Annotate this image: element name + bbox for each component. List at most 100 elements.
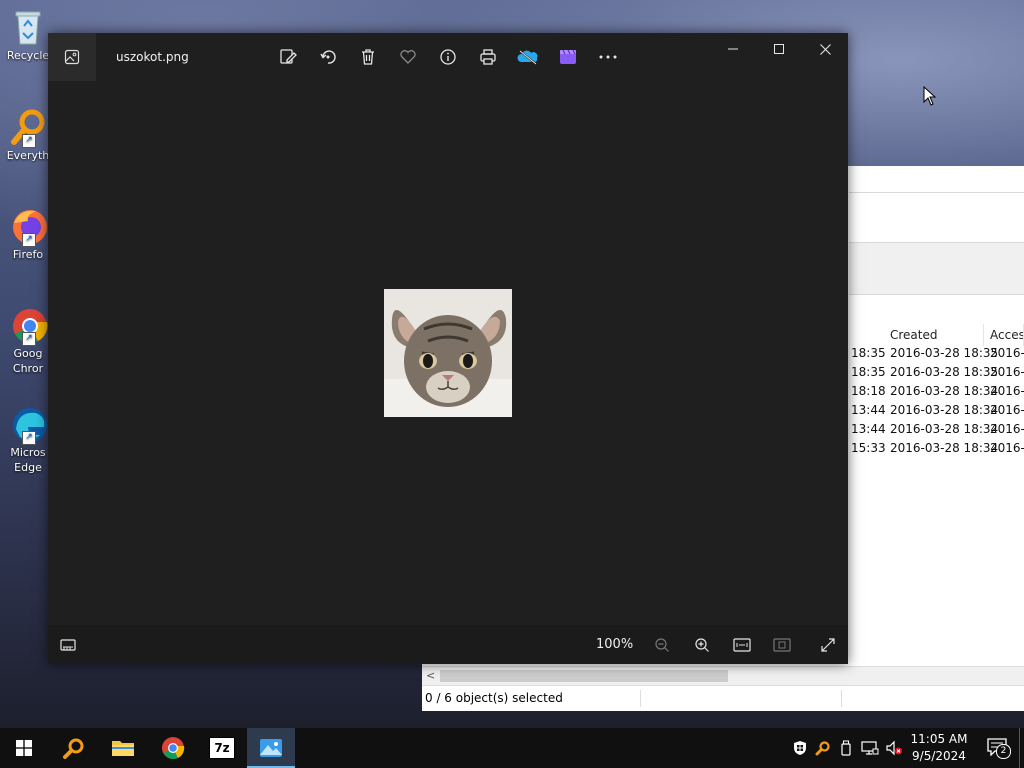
accessed-cell: 2016-0 xyxy=(990,384,1024,398)
onedrive-button[interactable] xyxy=(513,42,543,72)
divider xyxy=(841,690,842,707)
created-cell: 2016-03-28 18:35 xyxy=(890,346,999,360)
maximize-button[interactable] xyxy=(756,33,802,65)
modified-cell: 13:44 xyxy=(851,403,886,417)
action-center-button[interactable]: 2 xyxy=(978,728,1018,768)
modified-cell: 18:35 xyxy=(851,346,886,360)
rotate-icon xyxy=(320,50,336,64)
title-bar[interactable]: uszokot.png xyxy=(48,33,848,81)
clipchamp-icon xyxy=(560,49,576,64)
bottom-toolbar: 100% xyxy=(48,625,848,664)
clipchamp-button[interactable] xyxy=(553,42,583,72)
fit-window-icon xyxy=(733,638,751,652)
created-cell: 2016-03-28 18:35 xyxy=(890,365,999,379)
onedrive-icon xyxy=(517,50,538,65)
chrome-icon: ↗ xyxy=(8,304,48,346)
fullscreen-icon xyxy=(821,638,835,652)
scroll-left-arrow[interactable]: < xyxy=(426,667,435,685)
photos-app-icon xyxy=(260,739,282,757)
zoom-in-icon xyxy=(695,638,709,652)
table-row[interactable]: 15:33 2016-03-28 18:342016-0 xyxy=(851,439,1024,458)
scrollbar-thumb[interactable] xyxy=(440,670,728,682)
explorer-toolbar-area xyxy=(849,243,1024,294)
maximize-icon xyxy=(774,44,784,54)
delete-button[interactable] xyxy=(353,42,383,72)
tray-volume[interactable] xyxy=(883,728,905,768)
firefox-icon: ↗ xyxy=(8,205,48,247)
notification-count-badge: 2 xyxy=(996,744,1011,759)
tray-network[interactable] xyxy=(859,728,881,768)
edit-icon xyxy=(280,49,297,64)
edit-button[interactable] xyxy=(273,42,303,72)
taskbar-7zip[interactable]: 7z xyxy=(198,728,246,768)
print-button[interactable] xyxy=(473,42,503,72)
horizontal-scrollbar[interactable]: < xyxy=(422,666,1024,685)
filmstrip-button[interactable] xyxy=(52,629,84,661)
rotate-button[interactable] xyxy=(313,42,343,72)
created-cell: 2016-03-28 18:34 xyxy=(890,422,999,436)
photos-app-window[interactable]: uszokot.png 100% xyxy=(48,33,848,664)
filmstrip-icon xyxy=(60,639,76,651)
recycle-bin-icon xyxy=(8,6,48,46)
show-desktop-button[interactable] xyxy=(1019,728,1024,768)
divider xyxy=(640,690,641,707)
actual-size-icon xyxy=(773,638,791,652)
tray-everything[interactable] xyxy=(813,728,833,768)
more-options-button[interactable] xyxy=(593,42,623,72)
created-cell: 2016-03-28 18:34 xyxy=(890,384,999,398)
modified-cell: 13:44 xyxy=(851,422,886,436)
taskbar-photos[interactable] xyxy=(247,728,295,768)
divider xyxy=(849,294,1024,295)
clock-date: 9/5/2024 xyxy=(912,749,966,763)
start-button[interactable] xyxy=(0,728,48,768)
divider xyxy=(849,192,1024,193)
zoom-level[interactable]: 100% xyxy=(596,625,633,664)
table-row[interactable]: 13:44 2016-03-28 18:342016-0 xyxy=(851,420,1024,439)
shortcut-arrow-icon: ↗ xyxy=(22,134,36,148)
modified-cell: 18:18 xyxy=(851,384,886,398)
taskbar-chrome[interactable] xyxy=(149,728,197,768)
tray-security[interactable] xyxy=(790,728,810,768)
edge-icon: ↗ xyxy=(8,403,48,445)
cat-photo-image xyxy=(384,289,512,417)
see-all-photos-button[interactable] xyxy=(48,33,96,81)
accessed-cell: 2016-0 xyxy=(990,346,1024,360)
column-header-accessed[interactable]: Access xyxy=(984,324,1024,346)
folder-icon xyxy=(112,741,134,756)
info-button[interactable] xyxy=(433,42,463,72)
clock-time: 11:05 AM xyxy=(910,732,968,746)
modified-cell: 18:35 xyxy=(851,365,886,379)
info-icon xyxy=(440,49,456,65)
system-clock[interactable]: 11:05 AM 9/5/2024 xyxy=(904,728,974,768)
close-icon xyxy=(819,43,831,55)
gallery-icon xyxy=(64,49,80,65)
everything-tray-icon xyxy=(815,741,830,756)
fullscreen-button[interactable] xyxy=(812,629,844,661)
shortcut-arrow-icon: ↗ xyxy=(22,233,36,247)
usb-device-icon xyxy=(841,740,851,756)
actual-size-button[interactable] xyxy=(766,629,798,661)
taskbar-everything[interactable] xyxy=(50,728,98,768)
taskbar: 7z 11:05 AM 9/5/2024 2 xyxy=(0,728,1024,768)
windows-security-icon xyxy=(794,741,806,755)
minimize-button[interactable] xyxy=(710,33,756,65)
accessed-cell: 2016-0 xyxy=(990,422,1024,436)
zoom-out-button[interactable] xyxy=(646,629,678,661)
zoom-out-icon xyxy=(655,638,669,652)
taskbar-file-explorer[interactable] xyxy=(99,728,147,768)
table-row[interactable]: 13:44 2016-03-28 18:342016-0 xyxy=(851,401,1024,420)
table-row[interactable]: 18:35 2016-03-28 18:352016-0 xyxy=(851,363,1024,382)
fit-to-window-button[interactable] xyxy=(726,629,758,661)
close-button[interactable] xyxy=(802,33,848,65)
tray-usb[interactable] xyxy=(836,728,856,768)
image-preview[interactable] xyxy=(384,289,512,417)
seven-zip-icon: 7z xyxy=(209,737,235,759)
minimize-icon xyxy=(728,48,738,50)
table-row[interactable]: 18:35 2016-03-28 18:352016-0 xyxy=(851,344,1024,363)
column-header-created[interactable]: Created xyxy=(884,324,984,346)
network-icon xyxy=(861,741,879,755)
zoom-in-button[interactable] xyxy=(686,629,718,661)
favorite-button[interactable] xyxy=(393,42,423,72)
table-row[interactable]: 18:18 2016-03-28 18:342016-0 xyxy=(851,382,1024,401)
everything-search-icon xyxy=(63,738,84,759)
